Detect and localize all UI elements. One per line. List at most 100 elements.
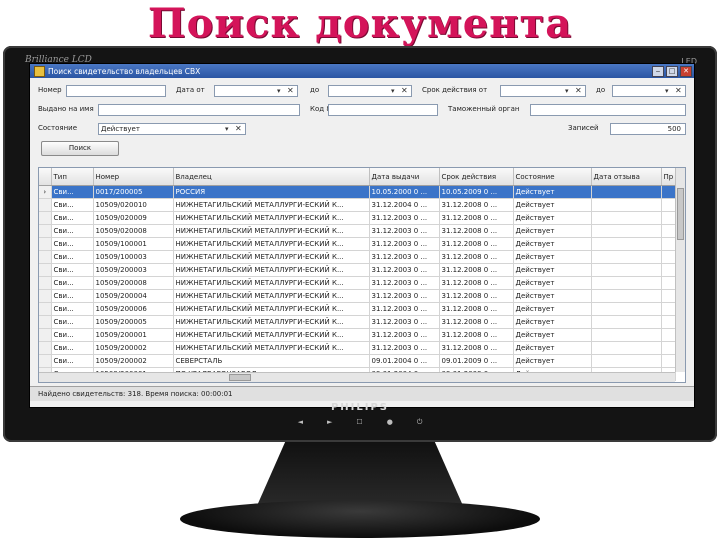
row-indicator[interactable] (39, 198, 52, 212)
table-cell[interactable]: 31.12.2008 0 ... (439, 211, 514, 225)
table-cell[interactable]: Действует (513, 250, 592, 264)
table-cell[interactable]: 31.12.2003 0 ... (369, 211, 440, 225)
table-cell[interactable]: НИЖНЕТАГИЛЬСКИЙ МЕТАЛЛУРГИ-ЕСКИЙ К... (173, 211, 370, 225)
table-row[interactable]: Сви... 10509/200004 НИЖНЕТАГИЛЬСКИЙ МЕТАЛЛ… (39, 289, 676, 303)
row-indicator[interactable] (39, 328, 52, 342)
table-cell[interactable]: 31.12.2003 0 ... (369, 237, 440, 251)
table-row[interactable]: Сви... 10509/200003 НИЖНЕТАГИЛЬСКИЙ МЕТАЛЛ… (39, 263, 676, 277)
table-cell[interactable]: 10509/200004 (93, 289, 174, 303)
column-header[interactable]: Пр (661, 168, 676, 186)
table-cell[interactable]: 10509/200005 (93, 315, 174, 329)
table-cell[interactable]: 10509/100001 (93, 237, 174, 251)
table-cell[interactable]: 10509/200001 (93, 328, 174, 342)
column-header[interactable]: Дата отзыва (591, 168, 662, 186)
table-cell[interactable] (591, 341, 662, 355)
table-cell[interactable] (661, 237, 676, 251)
table-row[interactable]: Сви... 10509/200006 НИЖНЕТАГИЛЬСКИЙ МЕТАЛЛ… (39, 302, 676, 316)
table-cell[interactable]: 31.12.2003 0 ... (369, 289, 440, 303)
table-cell[interactable] (591, 263, 662, 277)
table-cell[interactable]: Сви... (51, 354, 94, 368)
column-header[interactable]: Номер (93, 168, 174, 186)
table-cell[interactable]: 31.12.2003 0 ... (369, 224, 440, 238)
date-from-input[interactable]: ▾ ✕ (214, 85, 298, 97)
table-cell[interactable]: Сви... (51, 237, 94, 251)
state-select[interactable]: Действует ▾ ✕ (98, 123, 246, 135)
horizontal-scroll-thumb[interactable] (229, 374, 251, 381)
table-row[interactable]: Сви... 10509/200002 СЕВЕРСТАЛЬ 09.01.2004 0… (39, 354, 676, 368)
table-cell[interactable]: 10509/200002 (93, 354, 174, 368)
table-cell[interactable]: Сви... (51, 250, 94, 264)
table-cell[interactable]: НИЖНЕТАГИЛЬСКИЙ МЕТАЛЛУРГИ-ЕСКИЙ К... (173, 302, 370, 316)
table-cell[interactable] (591, 276, 662, 290)
row-indicator[interactable] (39, 354, 52, 368)
table-cell[interactable]: НИЖНЕТАГИЛЬСКИЙ МЕТАЛЛУРГИ-ЕСКИЙ К... (173, 224, 370, 238)
table-cell[interactable] (661, 276, 676, 290)
table-cell[interactable]: 31.12.2003 0 ... (369, 302, 440, 316)
table-cell[interactable]: Действует (513, 341, 592, 355)
table-cell[interactable]: 10509/200003 (93, 263, 174, 277)
chevron-down-icon[interactable]: ▾ (225, 124, 229, 134)
row-indicator[interactable] (39, 224, 52, 238)
monitor-menu-button[interactable]: ☐ (356, 418, 362, 427)
table-cell[interactable]: 10509/020010 (93, 198, 174, 212)
valid-to-input[interactable]: ▾ ✕ (612, 85, 686, 97)
row-indicator[interactable] (39, 289, 52, 303)
table-cell[interactable]: 31.12.2003 0 ... (369, 276, 440, 290)
table-cell[interactable]: Сви... (51, 302, 94, 316)
row-indicator[interactable] (39, 276, 52, 290)
table-cell[interactable]: 31.12.2008 0 ... (439, 315, 514, 329)
row-indicator[interactable] (39, 341, 52, 355)
issued-to-input[interactable] (98, 104, 300, 116)
table-cell[interactable] (591, 237, 662, 251)
table-cell[interactable]: 10.05.2000 0 ... (369, 185, 440, 199)
table-cell[interactable]: 0017/200005 (93, 185, 174, 199)
window-titlebar[interactable]: Поиск свидетельство владельцев СВХ ‒ □ ✕ (30, 64, 694, 78)
table-row[interactable]: Сви... 10509/200008 НИЖНЕТАГИЛЬСКИЙ МЕТАЛЛ… (39, 276, 676, 290)
row-indicator[interactable] (39, 211, 52, 225)
table-cell[interactable]: 31.12.2008 0 ... (439, 263, 514, 277)
clear-icon[interactable]: ✕ (287, 85, 294, 96)
close-button[interactable]: ✕ (680, 65, 692, 77)
chevron-down-icon[interactable]: ▾ (565, 86, 569, 96)
table-cell[interactable] (591, 315, 662, 329)
table-cell[interactable]: Действует (513, 276, 592, 290)
horizontal-scrollbar[interactable] (39, 372, 675, 382)
table-cell[interactable] (591, 185, 662, 199)
table-cell[interactable]: НИЖНЕТАГИЛЬСКИЙ МЕТАЛЛУРГИ-ЕСКИЙ К... (173, 341, 370, 355)
minimize-button[interactable]: ‒ (652, 65, 664, 77)
table-cell[interactable]: 31.12.2008 0 ... (439, 237, 514, 251)
table-row[interactable]: Сви... 10509/200001 НИЖНЕТАГИЛЬСКИЙ МЕТАЛЛ… (39, 328, 676, 342)
current-row-indicator-icon[interactable]: › (39, 185, 52, 199)
table-cell[interactable]: 10509/100003 (93, 250, 174, 264)
vertical-scrollbar[interactable] (675, 168, 685, 372)
column-header[interactable]: Дата выдачи (369, 168, 440, 186)
table-cell[interactable] (591, 354, 662, 368)
table-cell[interactable]: Сви... (51, 185, 94, 199)
chevron-down-icon[interactable]: ▾ (665, 86, 669, 96)
clear-icon[interactable]: ✕ (675, 85, 682, 96)
table-row[interactable]: Сви... 10509/200002 НИЖНЕТАГИЛЬСКИЙ МЕТАЛЛ… (39, 341, 676, 355)
table-cell[interactable]: 31.12.2003 0 ... (369, 250, 440, 264)
row-indicator[interactable] (39, 250, 52, 264)
table-cell[interactable]: 10509/200002 (93, 341, 174, 355)
clear-icon[interactable]: ✕ (401, 85, 408, 96)
row-indicator[interactable] (39, 302, 52, 316)
table-cell[interactable] (661, 211, 676, 225)
table-cell[interactable] (661, 302, 676, 316)
vertical-scroll-thumb[interactable] (677, 188, 684, 240)
table-row[interactable]: Сви... 10509/020008 НИЖНЕТАГИЛЬСКИЙ МЕТАЛЛ… (39, 224, 676, 238)
search-button[interactable]: Поиск (41, 141, 119, 156)
column-header[interactable]: Состояние (513, 168, 592, 186)
table-cell[interactable]: 10509/200006 (93, 302, 174, 316)
table-cell[interactable]: Действует (513, 198, 592, 212)
table-cell[interactable] (591, 302, 662, 316)
table-cell[interactable]: Действует (513, 328, 592, 342)
table-cell[interactable]: 31.12.2003 0 ... (369, 341, 440, 355)
table-cell[interactable] (661, 224, 676, 238)
table-cell[interactable]: Действует (513, 263, 592, 277)
table-row[interactable]: Сви... 10509/200005 НИЖНЕТАГИЛЬСКИЙ МЕТАЛЛ… (39, 315, 676, 329)
customs-authority-input[interactable] (530, 104, 686, 116)
table-cell[interactable] (591, 211, 662, 225)
table-cell[interactable] (661, 315, 676, 329)
table-cell[interactable]: 31.12.2008 0 ... (439, 302, 514, 316)
